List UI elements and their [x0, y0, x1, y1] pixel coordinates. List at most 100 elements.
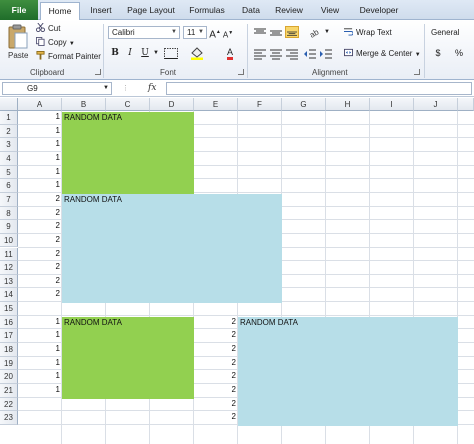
cell-f16-label[interactable]: RANDOM DATA [240, 318, 298, 327]
chevron-down-icon[interactable]: ▼ [323, 25, 331, 39]
column-header-i[interactable]: I [370, 98, 414, 111]
cell-e22[interactable]: 2 [194, 399, 236, 408]
align-center-icon[interactable] [269, 48, 283, 60]
row-header-10[interactable]: 10 [0, 233, 18, 248]
tab-formulas[interactable]: Formulas [185, 2, 229, 20]
cell-a19[interactable]: 1 [18, 358, 60, 367]
align-middle-icon[interactable] [269, 27, 283, 39]
tab-data[interactable]: Data [237, 2, 265, 20]
row-header-8[interactable]: 8 [0, 206, 18, 221]
merge-center-button[interactable]: Merge & Center ▼ [344, 48, 421, 60]
resize-handle-icon[interactable]: ⋮ [122, 84, 129, 92]
tab-developer[interactable]: Developer [354, 2, 404, 20]
select-all-corner[interactable] [0, 98, 18, 111]
cell-a18[interactable]: 1 [18, 344, 60, 353]
align-bottom-icon[interactable] [285, 26, 299, 38]
cell-a17[interactable]: 1 [18, 330, 60, 339]
row-header-22[interactable]: 22 [0, 397, 18, 412]
decrease-indent-icon[interactable] [303, 48, 317, 60]
font-launcher-icon[interactable] [238, 69, 244, 75]
cell-e20[interactable]: 2 [194, 371, 236, 380]
cell-b7-label[interactable]: RANDOM DATA [64, 195, 122, 204]
number-format-dropdown[interactable]: General [431, 27, 459, 39]
row-header-17[interactable]: 17 [0, 329, 18, 344]
cell-e21[interactable]: 2 [194, 385, 236, 394]
cell-a1[interactable]: 1 [18, 112, 60, 121]
cell-a5[interactable]: 1 [18, 167, 60, 176]
cell-a2[interactable]: 1 [18, 126, 60, 135]
cell-a12[interactable]: 2 [18, 262, 60, 271]
column-header-d[interactable]: D [150, 98, 194, 111]
column-header-b[interactable]: B [62, 98, 106, 111]
cell-e16[interactable]: 2 [194, 317, 236, 326]
alignment-launcher-icon[interactable] [414, 69, 420, 75]
column-header-g[interactable]: G [282, 98, 326, 111]
column-header-j[interactable]: J [414, 98, 458, 111]
tab-home[interactable]: Home [40, 2, 80, 20]
bold-button[interactable]: B [109, 46, 121, 60]
align-left-icon[interactable] [253, 48, 267, 60]
cell-a4[interactable]: 1 [18, 153, 60, 162]
tab-insert[interactable]: Insert [83, 2, 119, 20]
cell-a6[interactable]: 1 [18, 180, 60, 189]
row-header-4[interactable]: 4 [0, 151, 18, 166]
borders-icon[interactable] [164, 48, 178, 59]
align-top-icon[interactable] [253, 27, 267, 39]
column-header-h[interactable]: H [326, 98, 370, 111]
insert-function-icon[interactable]: fx [148, 83, 156, 93]
cell-a10[interactable]: 2 [18, 235, 60, 244]
row-header-12[interactable]: 12 [0, 261, 18, 275]
row-header-20[interactable]: 20 [0, 370, 18, 384]
column-header-a[interactable]: A [18, 98, 62, 111]
cell-e19[interactable]: 2 [194, 358, 236, 367]
cell-a3[interactable]: 1 [18, 139, 60, 148]
formula-input[interactable] [166, 82, 472, 95]
cell-a20[interactable]: 1 [18, 371, 60, 380]
row-header-19[interactable]: 19 [0, 356, 18, 371]
cut-button[interactable]: Cut [36, 23, 60, 35]
wrap-text-button[interactable]: Wrap Text [344, 27, 392, 39]
row-header-13[interactable]: 13 [0, 274, 18, 289]
cell-a14[interactable]: 2 [18, 289, 60, 298]
currency-button[interactable]: $ [432, 46, 444, 60]
row-header-1[interactable]: 1 [0, 111, 18, 125]
clipboard-launcher-icon[interactable] [95, 69, 101, 75]
underline-button[interactable]: U [139, 46, 151, 60]
cell-a7[interactable]: 2 [18, 194, 60, 203]
orientation-icon[interactable]: ab [308, 26, 322, 38]
tab-view[interactable]: View [315, 2, 345, 20]
copy-button[interactable]: Copy ▼ [36, 37, 75, 49]
align-right-icon[interactable] [285, 48, 299, 60]
column-header-e[interactable]: E [194, 98, 238, 111]
row-header-15[interactable]: 15 [0, 302, 18, 316]
row-header-18[interactable]: 18 [0, 343, 18, 357]
row-header-23[interactable]: 23 [0, 411, 18, 425]
row-header-9[interactable]: 9 [0, 220, 18, 234]
italic-button[interactable]: I [124, 46, 136, 60]
cell-a8[interactable]: 2 [18, 208, 60, 217]
cell-a9[interactable]: 2 [18, 221, 60, 230]
cell-a11[interactable]: 2 [18, 249, 60, 258]
chevron-down-icon[interactable]: ▼ [152, 46, 160, 60]
row-header-14[interactable]: 14 [0, 288, 18, 303]
row-header-6[interactable]: 6 [0, 179, 18, 193]
row-header-2[interactable]: 2 [0, 124, 18, 139]
column-header-c[interactable]: C [106, 98, 150, 111]
cell-e18[interactable]: 2 [194, 344, 236, 353]
cell-b16-label[interactable]: RANDOM DATA [64, 318, 122, 327]
cell-e17[interactable]: 2 [194, 330, 236, 339]
name-box[interactable]: G9 ▼ [2, 82, 112, 95]
tab-review[interactable]: Review [270, 2, 308, 20]
increase-indent-icon[interactable] [319, 48, 333, 60]
row-header-16[interactable]: 16 [0, 315, 18, 330]
format-painter-button[interactable]: Format Painter [36, 51, 101, 63]
row-header-21[interactable]: 21 [0, 384, 18, 398]
font-name-dropdown[interactable]: Calibri ▼ [108, 26, 180, 39]
font-size-dropdown[interactable]: 11 ▼ [183, 26, 207, 39]
percent-button[interactable]: % [452, 46, 466, 60]
cell-a16[interactable]: 1 [18, 317, 60, 326]
row-header-5[interactable]: 5 [0, 165, 18, 180]
cell-b1-label[interactable]: RANDOM DATA [64, 113, 122, 122]
cell-a13[interactable]: 2 [18, 276, 60, 285]
tab-page-layout[interactable]: Page Layout [122, 2, 180, 20]
